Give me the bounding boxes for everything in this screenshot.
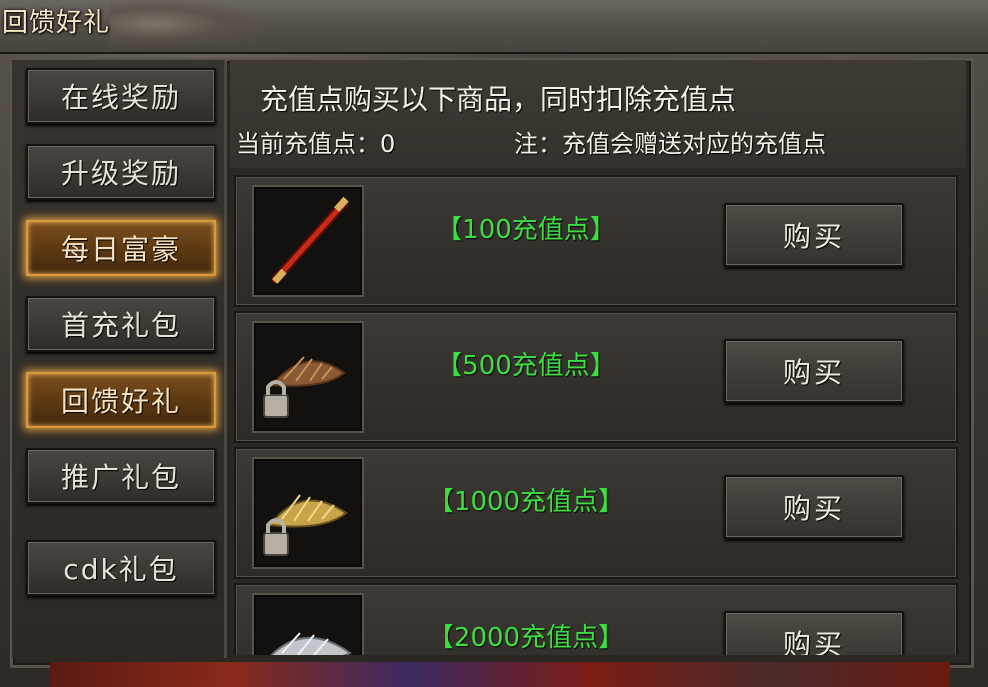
bottom-decoration	[50, 662, 950, 687]
shop-row: 【500充值点】 购买	[234, 311, 958, 443]
shop-row: 【100充值点】 购买	[234, 175, 958, 307]
buy-button[interactable]: 购买	[724, 611, 904, 655]
buy-button[interactable]: 购买	[724, 339, 904, 403]
shop-row: 【1000充值点】 购买	[234, 447, 958, 579]
recharge-note: 注：充值会赠送对应的充值点	[514, 130, 826, 158]
current-points: 当前充值点：0	[236, 130, 396, 158]
lock-icon	[263, 532, 289, 556]
sidebar-item-daily-rich[interactable]: 每日富豪	[26, 220, 216, 276]
item-price: 【500充值点】	[436, 351, 616, 381]
dragon-ornament-icon	[110, 0, 260, 48]
content-area: 充值点购买以下商品，同时扣除充值点 当前充值点：0 注：充值会赠送对应的充值点 …	[230, 60, 966, 658]
item-slot[interactable]	[252, 321, 364, 433]
silver-hat-icon	[270, 632, 352, 655]
item-slot[interactable]	[252, 457, 364, 569]
item-price: 【1000充值点】	[427, 487, 625, 517]
buy-button[interactable]: 购买	[724, 203, 904, 267]
sidebar-item-feedback-gift[interactable]: 回馈好礼	[26, 372, 216, 428]
item-price: 【2000充值点】	[427, 623, 625, 653]
item-slot[interactable]	[252, 185, 364, 297]
sidebar-item-promo-pack[interactable]: 推广礼包	[26, 448, 216, 504]
shop-description: 充值点购买以下商品，同时扣除充值点	[260, 83, 737, 116]
sidebar-item-cdk-pack[interactable]: cdk礼包	[26, 540, 216, 596]
sidebar-item-online-reward[interactable]: 在线奖励	[26, 68, 216, 124]
straw-hat-icon	[263, 356, 346, 418]
gold-hat-icon	[263, 494, 348, 556]
window-title: 回馈好礼	[2, 8, 111, 38]
buy-button[interactable]: 购买	[724, 475, 904, 539]
shop-row: 【2000充值点】 购买	[234, 583, 958, 655]
info-header: 充值点购买以下商品，同时扣除充值点 当前充值点：0 注：充值会赠送对应的充值点	[230, 60, 966, 168]
item-price: 【100充值点】	[436, 215, 616, 245]
sidebar-item-first-recharge[interactable]: 首充礼包	[26, 296, 216, 352]
lock-icon	[263, 394, 289, 418]
sidebar-item-level-reward[interactable]: 升级奖励	[26, 144, 216, 200]
sidebar: 在线奖励 升级奖励 每日富豪 首充礼包 回馈好礼 推广礼包 cdk礼包	[12, 60, 227, 658]
title-bar: 回馈好礼	[0, 0, 988, 54]
item-slot[interactable]	[252, 593, 364, 655]
staff-icon	[271, 196, 349, 284]
shop-list[interactable]: 【100充值点】 购买 【500充值点】 购买 【1000充值点】 购买 【20…	[234, 175, 958, 655]
